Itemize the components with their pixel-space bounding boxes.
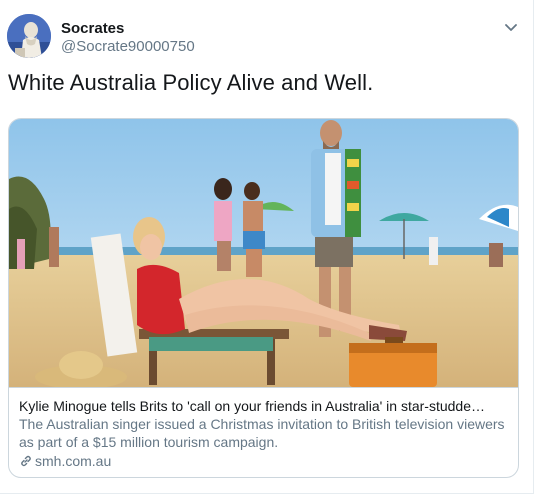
beach-scene-image <box>9 119 518 389</box>
avatar[interactable] <box>7 14 51 58</box>
card-domain-row[interactable]: smh.com.au <box>19 453 111 469</box>
author-handle[interactable]: @Socrate90000750 <box>61 38 195 55</box>
chevron-down-icon <box>505 24 517 31</box>
card-image[interactable] <box>9 119 518 389</box>
tweet-menu-button[interactable] <box>500 16 522 38</box>
tweet-text: White Australia Policy Alive and Well. <box>8 70 374 95</box>
link-icon <box>21 455 31 467</box>
card-title[interactable]: Kylie Minogue tells Brits to 'call on yo… <box>19 398 509 414</box>
author-name[interactable]: Socrates <box>61 20 124 37</box>
card-domain[interactable]: smh.com.au <box>35 453 111 469</box>
card-description: The Australian singer issued a Christmas… <box>19 416 505 450</box>
avatar-image <box>7 14 51 58</box>
link-card[interactable]: Kylie Minogue tells Brits to 'call on yo… <box>8 118 519 478</box>
tweet[interactable]: Socrates @Socrate90000750 White Australi… <box>0 0 534 494</box>
